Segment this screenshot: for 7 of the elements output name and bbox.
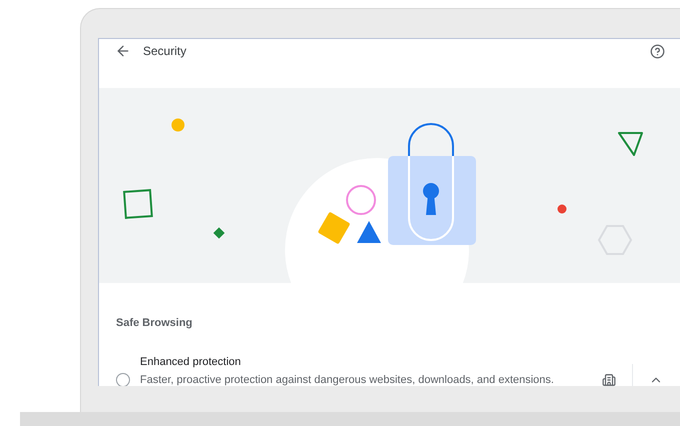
option-description: Faster, proactive protection against dangerous websites, downloads, and extensions. (140, 372, 554, 386)
help-icon[interactable] (650, 44, 665, 58)
back-arrow-icon[interactable] (115, 43, 131, 59)
option-title: Enhanced protection (140, 354, 242, 370)
radio-button[interactable] (116, 372, 130, 386)
section-title: Safe Browsing (116, 316, 194, 331)
page-title: Security (143, 43, 186, 60)
